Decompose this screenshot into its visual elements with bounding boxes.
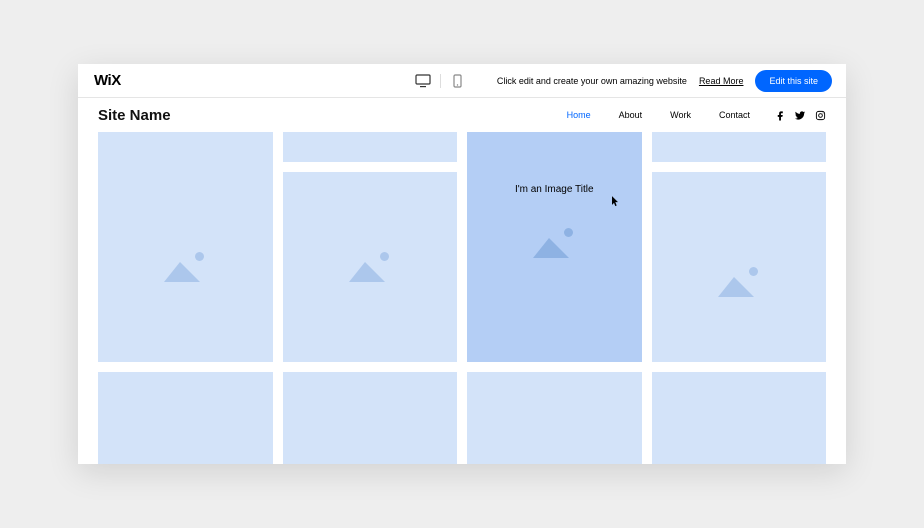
editor-topbar: WiX Click edit and create your own amazi… (78, 64, 846, 98)
nav-work[interactable]: Work (670, 110, 691, 120)
promo-text: Click edit and create your own amazing w… (497, 76, 687, 86)
gallery-tile[interactable] (652, 372, 827, 464)
site-header: Site Name Home About Work Contact (78, 98, 846, 132)
social-links (774, 109, 826, 121)
gallery-tile[interactable] (98, 372, 273, 464)
wix-logo[interactable]: WiX (94, 72, 121, 89)
mobile-icon[interactable] (449, 72, 467, 90)
image-title: I'm an Image Title (467, 184, 642, 195)
edit-site-button[interactable]: Edit this site (755, 70, 832, 92)
image-placeholder-icon (531, 228, 577, 258)
image-placeholder-icon (347, 252, 393, 282)
image-gallery: I'm an Image Title (98, 132, 826, 464)
gallery-tile-hovered[interactable]: I'm an Image Title (467, 132, 642, 362)
device-toggle (414, 72, 467, 90)
gallery-area: I'm an Image Title (78, 132, 846, 464)
gallery-tile[interactable] (283, 172, 458, 362)
nav-about[interactable]: About (619, 110, 643, 120)
read-more-link[interactable]: Read More (699, 76, 744, 86)
cursor-icon (612, 196, 620, 210)
gallery-tile[interactable] (283, 372, 458, 464)
gallery-tile[interactable] (652, 132, 827, 162)
main-nav: Home About Work Contact (567, 110, 750, 120)
facebook-icon[interactable] (774, 109, 786, 121)
gallery-tile[interactable] (283, 132, 458, 162)
site-name[interactable]: Site Name (98, 107, 171, 124)
gallery-tile[interactable] (467, 372, 642, 464)
instagram-icon[interactable] (814, 109, 826, 121)
image-placeholder-icon (716, 267, 762, 297)
gallery-tile[interactable] (652, 172, 827, 362)
nav-home[interactable]: Home (567, 110, 591, 120)
desktop-icon[interactable] (414, 72, 432, 90)
editor-window: WiX Click edit and create your own amazi… (78, 64, 846, 464)
image-placeholder-icon (162, 252, 208, 282)
twitter-icon[interactable] (794, 109, 806, 121)
device-divider (440, 74, 441, 88)
gallery-tile[interactable] (98, 132, 273, 362)
nav-contact[interactable]: Contact (719, 110, 750, 120)
